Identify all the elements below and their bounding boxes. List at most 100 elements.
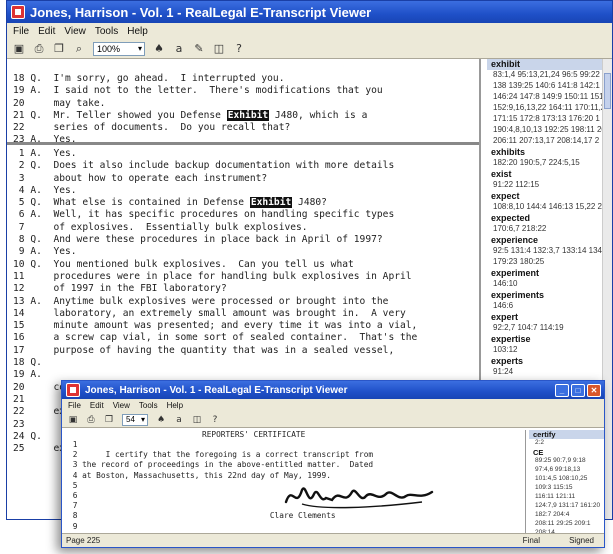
maximize-icon[interactable]: □ xyxy=(571,383,585,397)
index-references[interactable]: 2:2 xyxy=(529,439,604,447)
index-references[interactable]: 179:23 180:25 xyxy=(487,257,612,267)
menu-file[interactable]: File xyxy=(13,26,29,37)
index-references[interactable]: 116:11 121:11 xyxy=(529,493,604,501)
line-number: 17 xyxy=(13,344,54,356)
line-number: 4 xyxy=(68,470,83,480)
cert-search-next-icon[interactable]: a xyxy=(174,415,184,425)
search-hit[interactable]: Exhibit xyxy=(249,197,293,209)
cert-menu-edit[interactable]: Edit xyxy=(90,401,104,410)
cert-copy-icon[interactable]: ❐ xyxy=(104,415,114,425)
cert-zoom-select[interactable]: 54 xyxy=(122,413,148,426)
index-term[interactable]: exist xyxy=(487,169,612,180)
certificate-text-pane[interactable]: REPORTERS' CERTIFICATE 1 2 I certify tha… xyxy=(62,430,524,534)
copy-icon[interactable]: ❐ xyxy=(53,42,65,55)
index-references[interactable]: 182:7 204:4 xyxy=(529,511,604,519)
upper-line: 22 series of documents. Do you recall th… xyxy=(7,122,479,134)
index-references[interactable]: 91:24 xyxy=(487,367,612,377)
app-icon xyxy=(11,5,25,19)
binoculars-icon[interactable]: ♠ xyxy=(153,42,165,55)
line-number: 1 xyxy=(68,440,83,449)
index-term[interactable]: exhibit xyxy=(487,59,612,70)
index-references[interactable]: 83:1,4 95:13,21,24 96:5 99:22 1 xyxy=(487,70,612,80)
menu-help[interactable]: Help xyxy=(127,26,148,37)
help-icon[interactable]: ? xyxy=(233,42,245,55)
tools-icon[interactable]: ✎ xyxy=(193,42,205,55)
index-references[interactable]: 91:22 112:15 xyxy=(487,180,612,190)
signed-status: Signed xyxy=(569,536,594,545)
search-next-icon[interactable]: a xyxy=(173,42,185,55)
cert-print-icon[interactable]: ⎙ xyxy=(86,415,96,425)
cert-binoculars-icon[interactable]: ♠ xyxy=(156,415,166,425)
line-number: 3 xyxy=(13,172,54,184)
menu-view[interactable]: View xyxy=(64,26,86,37)
main-menubar: File Edit View Tools Help xyxy=(7,23,612,39)
save-icon[interactable]: ▣ xyxy=(13,42,25,55)
index-references[interactable]: 109:3 115:15 xyxy=(529,484,604,492)
index-references[interactable]: 171:15 172:8 173:13 176:20 1 xyxy=(487,114,612,124)
index-references[interactable]: 92:5 131:4 132:3,7 133:14 134: xyxy=(487,246,612,256)
cert-menu-file[interactable]: File xyxy=(68,401,81,410)
line-text: And were these procedures in place back … xyxy=(53,234,383,246)
index-term[interactable]: experiment xyxy=(487,268,612,279)
index-references[interactable]: 146:6 xyxy=(487,301,612,311)
line-number: 13 A. xyxy=(13,295,54,307)
index-scroll-thumb[interactable] xyxy=(604,73,611,109)
line-text: Mr. Teller showed you Defense xyxy=(53,109,227,121)
line-number: 18 Q. xyxy=(13,73,54,84)
index-term[interactable]: certify xyxy=(529,430,604,439)
cert-menu-tools[interactable]: Tools xyxy=(139,401,158,410)
index-term[interactable]: expert xyxy=(487,312,612,323)
index-term[interactable]: expected xyxy=(487,213,612,224)
cert-menu-view[interactable]: View xyxy=(113,401,130,410)
index-references[interactable]: 138 139:25 140:6 141:8 142:1 xyxy=(487,81,612,91)
menu-tools[interactable]: Tools xyxy=(95,26,118,37)
minimize-icon[interactable]: _ xyxy=(555,383,569,397)
zoom-select[interactable]: 100% xyxy=(93,41,145,56)
cert-save-icon[interactable]: ▣ xyxy=(68,415,78,425)
index-references[interactable]: 146:24 147:8 149:9 150:11 151 xyxy=(487,92,612,102)
cert-help-icon[interactable]: ? xyxy=(210,415,220,425)
menu-edit[interactable]: Edit xyxy=(38,26,55,37)
line-text: J480, which is a xyxy=(269,109,368,121)
index-references[interactable]: 101:4,5 108:10,25 xyxy=(529,475,604,483)
index-references[interactable]: 206:11 207:13,17 208:14,17 2 xyxy=(487,136,612,146)
index-term[interactable]: expertise xyxy=(487,334,612,345)
index-references[interactable]: 124:7,9 131:17 161:20 xyxy=(529,502,604,510)
index-references[interactable]: 208:11 29:25 209:1 xyxy=(529,520,604,528)
lower-line: 17 purpose of having the quantity that w… xyxy=(7,345,479,357)
index-references[interactable]: 190:4,8,10,13 192:25 198:11 20 xyxy=(487,125,612,135)
index-term[interactable]: exhibits xyxy=(487,147,612,158)
index-references[interactable]: 97:4,6 99:18,13 xyxy=(529,466,604,474)
line-number: 23 xyxy=(13,418,54,430)
line-number: 16 xyxy=(13,332,54,344)
main-titlebar[interactable]: Jones, Harrison - Vol. 1 - RealLegal E-T… xyxy=(7,1,612,23)
cert-menu-help[interactable]: Help xyxy=(167,401,183,410)
line-text: What else is contained in Defense xyxy=(53,197,250,209)
cert-annotate-icon[interactable]: ◫ xyxy=(192,415,202,425)
index-term[interactable]: experience xyxy=(487,235,612,246)
index-term[interactable]: expect xyxy=(487,191,612,202)
index-term[interactable]: experts xyxy=(487,356,612,367)
find-icon[interactable]: ⌕ xyxy=(73,42,85,55)
index-term[interactable]: CE xyxy=(529,448,604,457)
index-references[interactable]: 152:9,16,13,22 164:11 170:11,2 xyxy=(487,103,612,113)
lower-line: 12 of 1997 in the FBI laboratory? xyxy=(7,283,479,295)
line-number: 8 xyxy=(68,511,83,521)
index-references[interactable]: 89:25 90:7,9 9:18 xyxy=(529,457,604,465)
cert-titlebar[interactable]: Jones, Harrison - Vol. 1 - RealLegal E-T… xyxy=(62,381,604,399)
upper-transcript-pane[interactable]: 18 Q. I'm sorry, go ahead. I interrupted… xyxy=(7,59,479,145)
search-hit[interactable]: Exhibit xyxy=(226,109,270,121)
lower-line: 8 Q. And were these procedures in place … xyxy=(7,234,479,246)
index-references[interactable]: 182:20 190:5,7 224:5,15 xyxy=(487,158,612,168)
cert-word-index-pane[interactable]: certify 2:2 CE 89:25 90:7,9 9:18 97:4,6 99:1… xyxy=(525,430,604,534)
index-references[interactable]: 146:10 xyxy=(487,279,612,289)
index-references[interactable]: 92:2,7 104:7 114:19 xyxy=(487,323,612,333)
annotate-icon[interactable]: ◫ xyxy=(213,42,225,55)
index-references[interactable]: 108:8,10 144:4 146:13 15,22 21 xyxy=(487,202,612,212)
index-references[interactable]: 103:12 xyxy=(487,345,612,355)
close-icon[interactable]: ✕ xyxy=(587,383,601,397)
print-icon[interactable]: ⎙ xyxy=(33,42,45,55)
index-term[interactable]: experiments xyxy=(487,290,612,301)
index-references[interactable]: 170:6,7 218:22 xyxy=(487,224,612,234)
lower-line: 10 Q. You mentioned bulk explosives. Can… xyxy=(7,259,479,271)
